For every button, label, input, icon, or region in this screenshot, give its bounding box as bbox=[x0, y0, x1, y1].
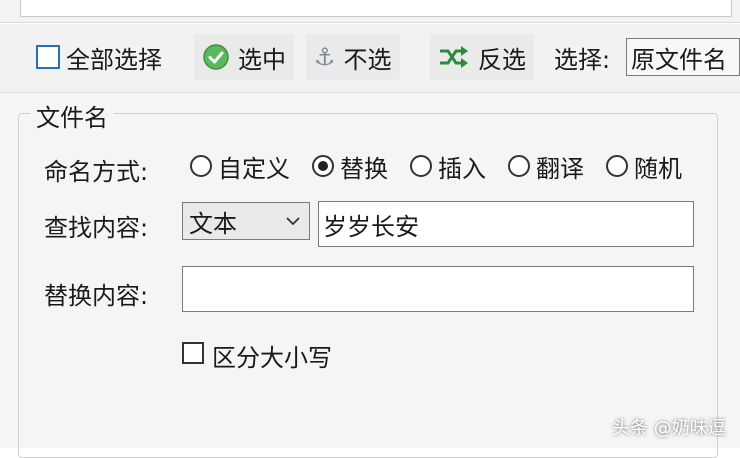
radio-random-label: 随机 bbox=[634, 154, 682, 183]
top-input-box[interactable] bbox=[20, 0, 732, 17]
watermark: 头条 @奶味逗 bbox=[612, 418, 726, 439]
case-sensitive-label: 区分大小写 bbox=[212, 344, 332, 372]
radio-circle[interactable] bbox=[508, 155, 530, 177]
case-sensitive-checkbox[interactable] bbox=[182, 342, 204, 364]
find-content-input[interactable]: 岁岁长安 bbox=[318, 201, 694, 247]
toolbar: 全部选择 选中 ⚓ 不选 反选 选择: 原文件名 bbox=[0, 24, 740, 93]
naming-method-label: 命名方式: bbox=[44, 158, 149, 186]
ok-icon bbox=[203, 44, 229, 70]
radio-circle[interactable] bbox=[410, 155, 432, 177]
radio-translate[interactable]: 翻译 bbox=[508, 149, 584, 184]
chevron-down-icon bbox=[286, 217, 300, 226]
checkbox-icon[interactable] bbox=[36, 45, 60, 69]
replace-content-input[interactable] bbox=[182, 266, 694, 312]
find-type-value: 文本 bbox=[189, 209, 237, 238]
naming-method-radio-group: 自定义 替换 插入 翻译 随机 bbox=[190, 148, 682, 184]
choose-label-text: 选择: bbox=[554, 45, 611, 74]
radio-insert[interactable]: 插入 bbox=[410, 149, 486, 184]
select-all-label: 全部选择 bbox=[66, 45, 162, 74]
top-strip bbox=[0, 0, 740, 23]
select-button[interactable]: 选中 bbox=[194, 34, 294, 80]
anchor-icon: ⚓ bbox=[314, 43, 336, 71]
deselect-button[interactable]: ⚓ 不选 bbox=[306, 34, 400, 80]
choose-select[interactable]: 原文件名 bbox=[626, 38, 740, 76]
choose-label: 选择: bbox=[554, 34, 610, 80]
find-content-value: 岁岁长安 bbox=[323, 212, 419, 241]
choose-select-value: 原文件名 bbox=[631, 45, 727, 74]
radio-replace-label: 替换 bbox=[340, 154, 388, 183]
radio-translate-label: 翻译 bbox=[536, 154, 584, 183]
invert-button-label: 反选 bbox=[478, 45, 526, 74]
radio-custom[interactable]: 自定义 bbox=[190, 149, 290, 184]
radio-circle[interactable] bbox=[606, 155, 628, 177]
deselect-button-label: 不选 bbox=[343, 45, 392, 74]
select-button-label: 选中 bbox=[238, 45, 286, 74]
radio-circle-selected[interactable] bbox=[312, 155, 334, 177]
filename-group-title: 文件名 bbox=[30, 98, 114, 133]
select-all-checkbox[interactable]: 全部选择 bbox=[36, 34, 162, 80]
radio-circle[interactable] bbox=[190, 155, 212, 177]
radio-replace[interactable]: 替换 bbox=[312, 149, 388, 184]
radio-random[interactable]: 随机 bbox=[606, 149, 682, 184]
radio-custom-label: 自定义 bbox=[218, 154, 290, 183]
replace-content-label: 替换内容: bbox=[44, 282, 149, 310]
find-type-dropdown[interactable]: 文本 bbox=[182, 202, 310, 240]
shuffle-icon bbox=[440, 46, 468, 68]
find-content-label: 查找内容: bbox=[44, 214, 149, 242]
invert-button[interactable]: 反选 bbox=[430, 34, 534, 80]
radio-insert-label: 插入 bbox=[438, 154, 486, 183]
